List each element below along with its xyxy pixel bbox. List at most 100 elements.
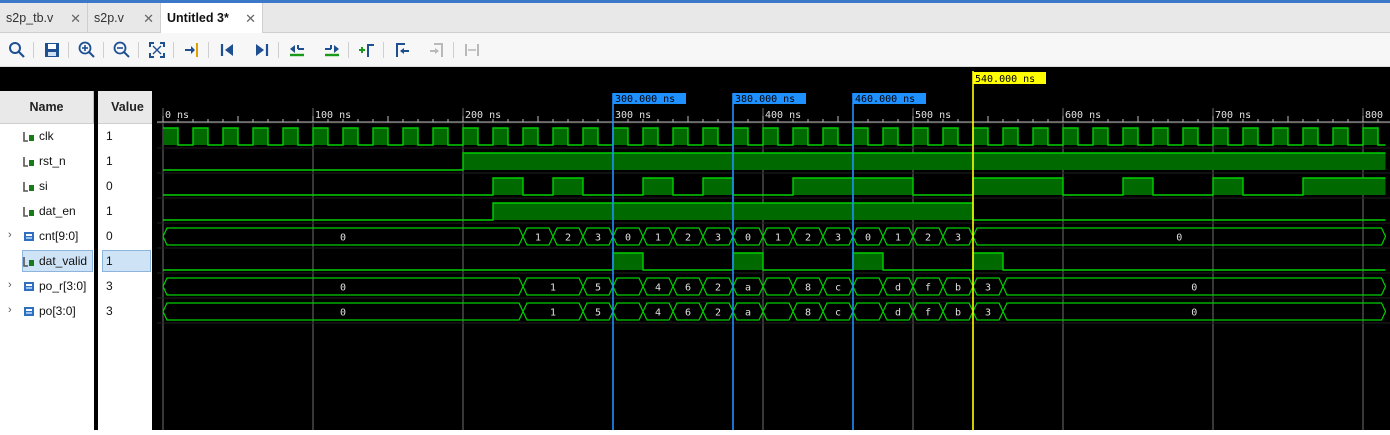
tab-s2p-tb[interactable]: s2p_tb.v ✕ xyxy=(0,3,88,33)
signal-name: po_r[3:0] xyxy=(39,279,87,293)
clk-high-fill xyxy=(883,128,898,145)
bit-signal-icon xyxy=(23,132,34,142)
cnt-value-label: 0 xyxy=(865,233,871,244)
goto-start-icon[interactable] xyxy=(218,41,236,59)
toolbar-separator xyxy=(68,42,69,58)
ruler-tick-label: 0 ns xyxy=(165,110,189,121)
clk-high-fill xyxy=(1183,128,1198,145)
expand-chevron-icon[interactable]: › xyxy=(8,229,12,241)
expand-chevron-icon[interactable]: › xyxy=(8,304,12,316)
clk-high-fill xyxy=(1033,128,1048,145)
clk-high-fill xyxy=(733,128,748,145)
goto-cursor-icon[interactable] xyxy=(183,41,201,59)
po-r-value-label: 8 xyxy=(805,283,811,294)
waveform-toolbar xyxy=(0,33,1390,67)
editor-tab-bar: s2p_tb.v ✕ s2p.v ✕ Untitled 3* ✕ xyxy=(0,0,1390,33)
clk-high-fill xyxy=(163,128,178,145)
next-marker-icon xyxy=(430,43,443,57)
cnt-value-label: 3 xyxy=(595,233,601,244)
si-high-fill xyxy=(553,178,583,195)
swap-cursors-icon xyxy=(465,44,479,56)
toolbar-separator xyxy=(33,42,34,58)
toolbar-separator xyxy=(103,42,104,58)
po-r-value-label: d xyxy=(895,283,901,294)
cnt-value-label: 1 xyxy=(655,233,661,244)
signal-value: 3 xyxy=(106,279,113,293)
goto-end-icon[interactable] xyxy=(253,41,271,59)
signal-row-dat-valid[interactable]: dat_valid 1 xyxy=(0,249,152,274)
signal-row-clk[interactable]: clk 1 xyxy=(0,124,152,149)
value-column-header[interactable]: Value xyxy=(98,91,157,124)
cnt-value-label: 2 xyxy=(925,233,931,244)
clk-high-fill xyxy=(1273,128,1288,145)
clk-high-fill xyxy=(283,128,298,145)
signal-row-si[interactable]: si 0 xyxy=(0,174,152,199)
tab-s2p[interactable]: s2p.v ✕ xyxy=(88,3,161,33)
po-value-label: 5 xyxy=(595,308,601,319)
po-r-value-label: 0 xyxy=(340,283,346,294)
close-icon[interactable]: ✕ xyxy=(143,11,154,27)
signal-name: clk xyxy=(39,129,54,143)
clk-high-fill xyxy=(673,128,688,145)
si-high-fill xyxy=(1303,178,1386,195)
clk-high-fill xyxy=(613,128,628,145)
signal-value: 0 xyxy=(106,179,113,193)
time-marker-label: 380.000 ns xyxy=(735,94,795,105)
signal-row-cnt[interactable]: › cnt[9:0] 0 xyxy=(0,224,152,249)
cnt-value-label: 3 xyxy=(835,233,841,244)
toolbar-separator xyxy=(453,42,454,58)
save-icon[interactable] xyxy=(43,41,61,59)
signal-row-po-r[interactable]: › po_r[3:0] 3 xyxy=(0,274,152,299)
tab-label: s2p_tb.v xyxy=(6,11,54,25)
add-marker-icon[interactable] xyxy=(358,41,376,59)
clk-high-fill xyxy=(583,128,598,145)
po-r-value-label: 0 xyxy=(1191,283,1197,294)
signal-row-dat-en[interactable]: dat_en 1 xyxy=(0,199,152,224)
waveform-canvas[interactable]: 0 ns 100 ns 200 ns 300 ns 400 ns 500 ns 600 ns… xyxy=(157,67,1390,430)
clk-high-fill xyxy=(1303,128,1318,145)
signal-row-rst-n[interactable]: rst_n 1 xyxy=(0,149,152,174)
signal-value: 1 xyxy=(106,254,113,268)
signal-name: po[3:0] xyxy=(39,304,76,318)
main-cursor-label: 540.000 ns xyxy=(975,74,1035,85)
cnt-value-label: 0 xyxy=(340,233,346,244)
next-transition-icon[interactable] xyxy=(323,41,341,59)
po-r-value-label: 3 xyxy=(985,283,991,294)
bit-signal-icon xyxy=(23,157,34,167)
expand-chevron-icon[interactable]: › xyxy=(8,279,12,291)
tab-untitled-3[interactable]: Untitled 3* ✕ xyxy=(161,3,263,33)
cnt-value-label: 2 xyxy=(685,233,691,244)
search-icon[interactable] xyxy=(8,41,26,59)
zoom-out-icon[interactable] xyxy=(113,41,131,59)
si-high-fill xyxy=(493,178,523,195)
clk-high-fill xyxy=(793,128,808,145)
zoom-fit-icon[interactable] xyxy=(148,41,166,59)
cnt-value-label: 1 xyxy=(895,233,901,244)
dat-valid-high-fill xyxy=(613,253,643,270)
clk-high-fill xyxy=(313,128,328,145)
po-value-label: a xyxy=(745,308,751,319)
ruler-tick-label: 500 ns xyxy=(915,110,951,121)
toolbar-separator xyxy=(138,42,139,58)
signal-row-po[interactable]: › po[3:0] 3 xyxy=(0,299,152,324)
close-icon[interactable]: ✕ xyxy=(70,11,81,27)
clk-high-fill xyxy=(553,128,568,145)
po-value-label: d xyxy=(895,308,901,319)
signal-value: 1 xyxy=(106,154,113,168)
ruler-tick-label: 100 ns xyxy=(315,110,351,121)
bus-signal-icon xyxy=(24,232,34,241)
previous-transition-icon[interactable] xyxy=(288,41,306,59)
ruler-tick-label: 600 ns xyxy=(1065,110,1101,121)
name-column-header[interactable]: Name xyxy=(0,91,94,124)
cnt-value-label: 1 xyxy=(535,233,541,244)
si-high-fill xyxy=(973,178,1063,195)
cnt-value-label: 3 xyxy=(715,233,721,244)
signal-name: rst_n xyxy=(39,154,66,168)
close-icon[interactable]: ✕ xyxy=(245,11,256,27)
clk-high-fill xyxy=(1153,128,1168,145)
previous-marker-icon[interactable] xyxy=(393,41,411,59)
ruler-tick-label: 200 ns xyxy=(465,110,501,121)
clk-high-fill xyxy=(193,128,208,145)
clk-high-fill xyxy=(223,128,238,145)
zoom-in-icon[interactable] xyxy=(78,41,96,59)
